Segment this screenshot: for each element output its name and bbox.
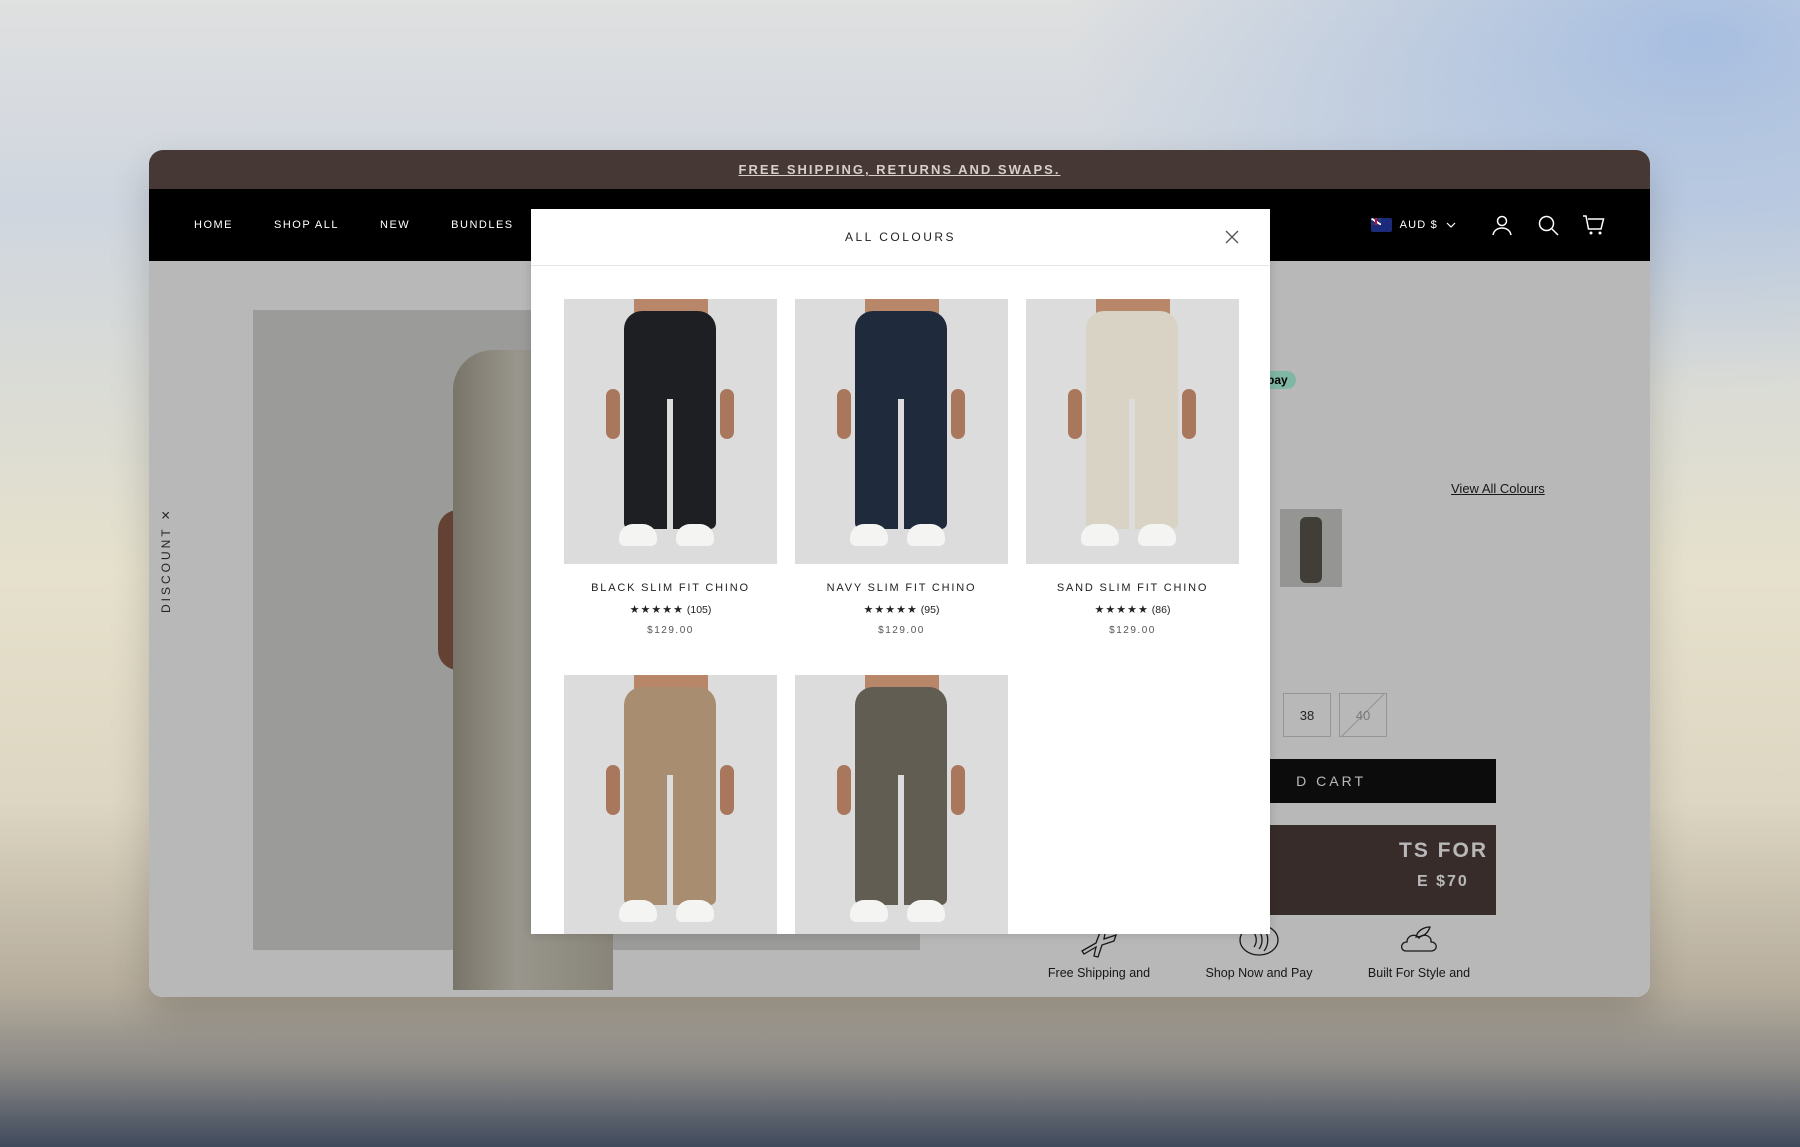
product-card-tan[interactable] — [564, 675, 777, 934]
close-icon[interactable] — [1224, 229, 1240, 245]
announcement-bar: FREE SHIPPING, RETURNS AND SWAPS. — [149, 150, 1650, 189]
product-name[interactable]: SAND SLIM FIT CHINO — [1026, 582, 1239, 594]
announcement-link[interactable]: FREE SHIPPING, RETURNS AND SWAPS. — [739, 162, 1061, 177]
product-image[interactable] — [1026, 299, 1239, 564]
product-rating: ★★★★★ (86) — [1026, 603, 1239, 616]
review-count: (105) — [686, 604, 712, 616]
product-name[interactable]: NAVY SLIM FIT CHINO — [795, 582, 1008, 594]
account-icon[interactable] — [1490, 213, 1514, 237]
nav-shop-all[interactable]: SHOP ALL — [274, 219, 339, 231]
product-card-black[interactable]: BLACK SLIM FIT CHINO ★★★★★ (105) $129.00 — [564, 299, 777, 636]
product-card-olive[interactable] — [795, 675, 1008, 934]
star-rating-icon: ★★★★★ — [1094, 604, 1149, 616]
currency-selector[interactable]: AUD $ — [1370, 218, 1456, 232]
product-image[interactable] — [564, 675, 777, 934]
cart-icon[interactable] — [1582, 213, 1606, 237]
chevron-down-icon — [1446, 222, 1456, 228]
search-icon[interactable] — [1536, 213, 1560, 237]
all-colours-modal: ALL COLOURS BLACK SLIM FIT CHINO ★★★★★ (… — [531, 209, 1270, 934]
product-card-navy[interactable]: NAVY SLIM FIT CHINO ★★★★★ (95) $129.00 — [795, 299, 1008, 636]
modal-header: ALL COLOURS — [531, 209, 1270, 266]
product-price: $129.00 — [1109, 625, 1156, 636]
product-rating: ★★★★★ (105) — [564, 603, 777, 616]
nav-home[interactable]: HOME — [194, 219, 233, 231]
nav-new[interactable]: NEW — [380, 219, 410, 231]
star-rating-icon: ★★★★★ — [863, 604, 918, 616]
product-name[interactable]: BLACK SLIM FIT CHINO — [564, 582, 777, 594]
review-count: (95) — [920, 604, 940, 616]
modal-title: ALL COLOURS — [844, 230, 957, 244]
product-rating: ★★★★★ (95) — [795, 603, 1008, 616]
product-price: $129.00 — [647, 625, 694, 636]
star-rating-icon: ★★★★★ — [629, 604, 684, 616]
product-card-sand[interactable]: SAND SLIM FIT CHINO ★★★★★ (86) $129.00 — [1026, 299, 1239, 636]
product-image[interactable] — [564, 299, 777, 564]
product-image[interactable] — [795, 675, 1008, 934]
review-count: (86) — [1151, 604, 1171, 616]
product-image[interactable] — [795, 299, 1008, 564]
currency-label: AUD $ — [1399, 219, 1438, 231]
australia-flag-icon — [1370, 218, 1392, 232]
product-price: $129.00 — [878, 625, 925, 636]
nav-bundles[interactable]: BUNDLES — [451, 219, 513, 231]
